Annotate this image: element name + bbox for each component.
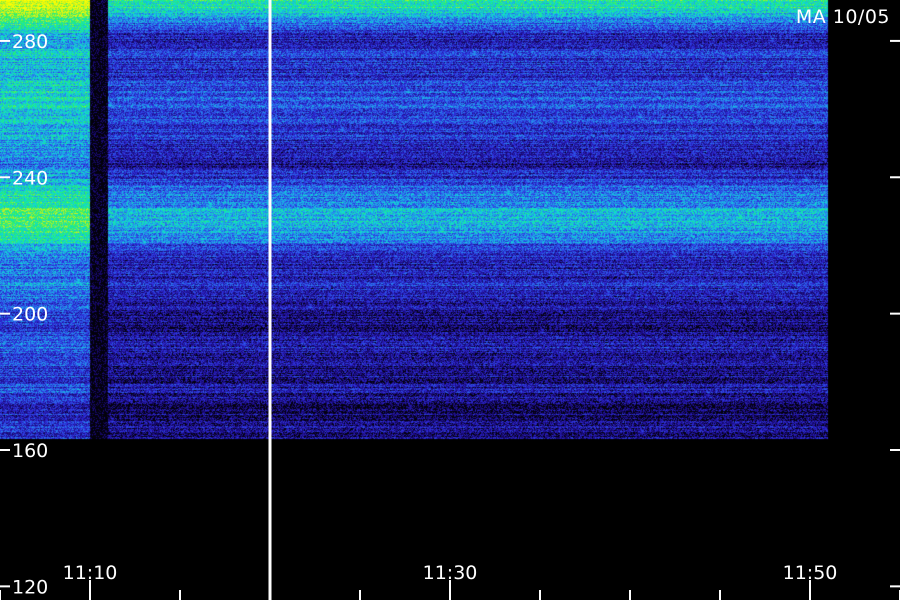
y-tick-label: 120 bbox=[12, 576, 48, 598]
y-tick-label: 280 bbox=[12, 31, 48, 53]
chart-title: MA 10/05 bbox=[795, 6, 890, 28]
y-axis-right bbox=[890, 39, 900, 588]
y-tick-label: 240 bbox=[12, 167, 48, 189]
spectrogram-axes: 280 240 200 160 120 11:10 11:30 11:50 bbox=[0, 0, 900, 600]
x-axis: 11:10 11:30 11:50 bbox=[0, 562, 900, 600]
x-tick-label: 11:50 bbox=[783, 562, 838, 584]
x-tick-label: 11:10 bbox=[63, 562, 118, 584]
y-axis-left: 280 240 200 160 120 bbox=[0, 31, 48, 598]
x-tick-label: 11:30 bbox=[423, 562, 478, 584]
y-tick-label: 160 bbox=[12, 440, 48, 462]
y-tick-label: 200 bbox=[12, 304, 48, 326]
